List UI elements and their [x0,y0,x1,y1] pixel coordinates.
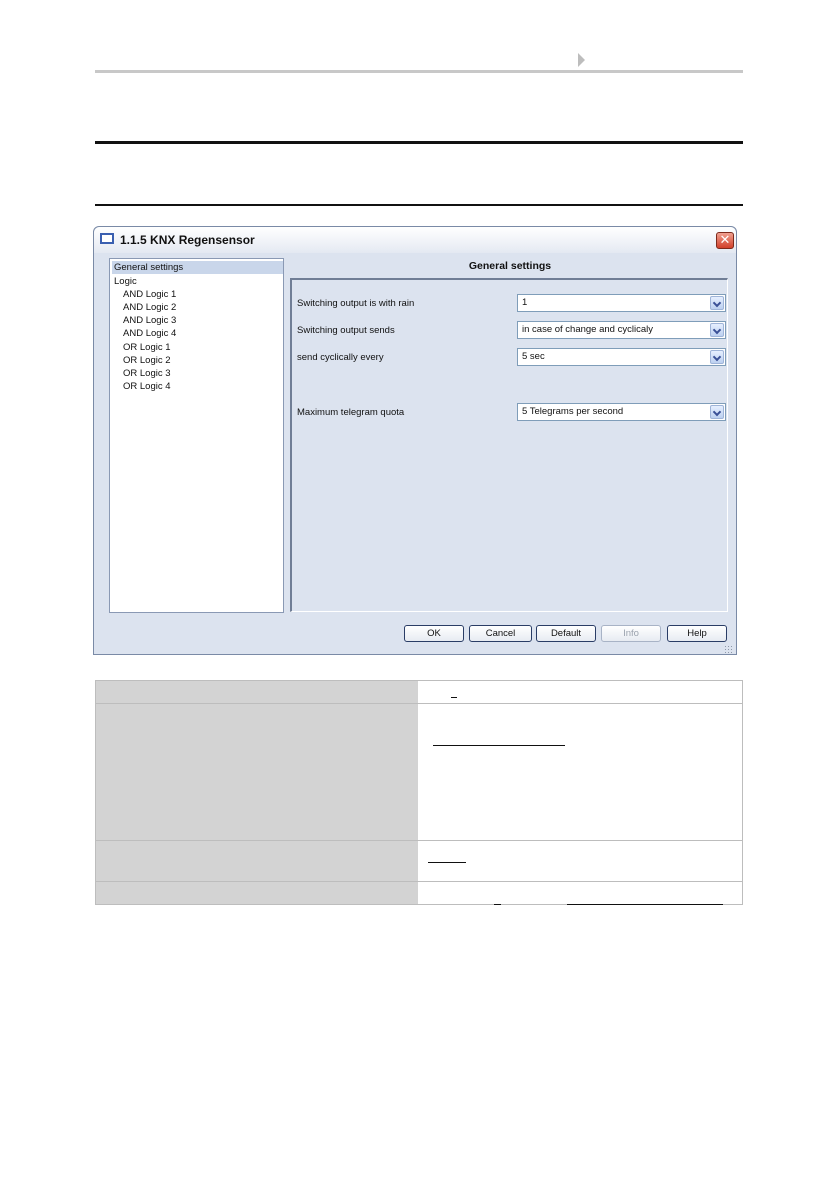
default-value-underline [428,862,466,863]
select-value: 1 [522,297,528,308]
default-value-underline [433,745,565,746]
select-value: 5 sec [522,351,545,362]
dialog-window: 1.1.5 KNX Regensensor ✕ General settings… [93,226,737,655]
default-value-underline [567,904,723,905]
table-cell-label [96,681,418,703]
tree-item-logic[interactable]: Logic [114,275,137,288]
panel-title: General settings [468,260,552,272]
section-rule-top [95,141,743,144]
tree-item-general-settings[interactable]: General settings [112,261,283,274]
tree-item-and-logic-2[interactable]: AND Logic 2 [123,301,176,314]
default-button[interactable]: Default [536,625,596,642]
settings-tree: General settings Logic AND Logic 1 AND L… [109,258,284,613]
title-bar[interactable]: 1.1.5 KNX Regensensor ✕ [94,227,736,253]
tree-item-or-logic-4[interactable]: OR Logic 4 [123,380,171,393]
select-value: 5 Telegrams per second [522,406,624,417]
select-switching-output-rain[interactable]: 1 [517,294,726,312]
ok-button[interactable]: OK [404,625,464,642]
table-row [95,840,743,882]
param-label-switching-output-rain: Switching output is with rain [297,298,415,309]
table-row [95,703,743,841]
window-icon [100,233,114,244]
table-row [95,881,743,905]
param-label-switching-output-sends: Switching output sends [297,325,395,336]
table-cell-label [96,704,418,840]
dropdown-arrow-icon[interactable] [710,405,724,419]
dropdown-arrow-icon[interactable] [710,323,724,337]
param-label-max-telegram-quota: Maximum telegram quota [297,407,405,418]
tree-item-or-logic-3[interactable]: OR Logic 3 [123,367,171,380]
dropdown-arrow-icon[interactable] [710,296,724,310]
help-button[interactable]: Help [667,625,727,642]
param-label-send-cyclically: send cyclically every [297,352,384,363]
tree-item-or-logic-1[interactable]: OR Logic 1 [123,341,171,354]
window-title: 1.1.5 KNX Regensensor [120,233,255,247]
header-rule [95,70,743,73]
select-value: in case of change and cyclicaly [522,324,653,335]
default-value-underline [494,904,501,905]
default-value-underline [451,697,457,698]
header-arrow-icon [578,53,585,67]
tree-item-or-logic-2[interactable]: OR Logic 2 [123,354,171,367]
dropdown-arrow-icon[interactable] [710,350,724,364]
select-switching-output-sends[interactable]: in case of change and cyclicaly [517,321,726,339]
close-icon[interactable]: ✕ [716,232,734,249]
tree-item-and-logic-4[interactable]: AND Logic 4 [123,327,176,340]
select-send-cyclically[interactable]: 5 sec [517,348,726,366]
table-row [95,680,743,704]
info-button: Info [601,625,661,642]
tree-item-and-logic-3[interactable]: AND Logic 3 [123,314,176,327]
table-cell-label [96,882,418,904]
section-rule-bottom [95,204,743,206]
table-cell-label [96,841,418,881]
tree-item-and-logic-1[interactable]: AND Logic 1 [123,288,176,301]
resize-grip-icon[interactable] [724,645,734,653]
settings-panel: Switching output is with rain 1 Switchin… [290,278,728,612]
cancel-button[interactable]: Cancel [469,625,532,642]
select-max-telegram-quota[interactable]: 5 Telegrams per second [517,403,726,421]
